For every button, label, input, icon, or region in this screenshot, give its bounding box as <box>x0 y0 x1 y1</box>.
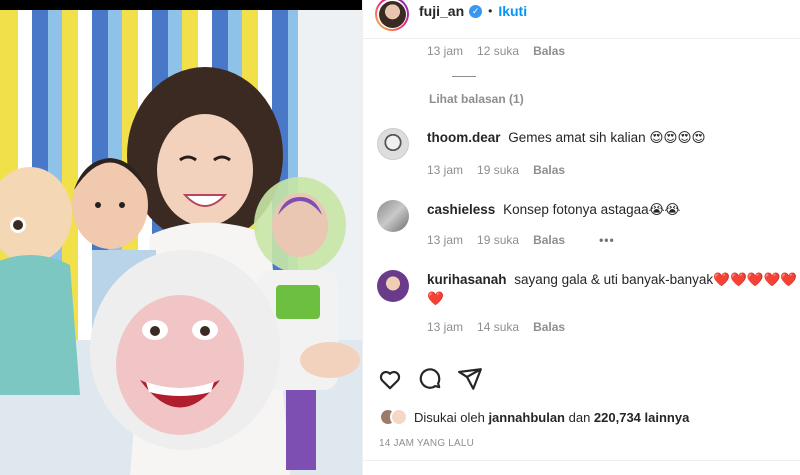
comment-time: 13 jam <box>427 163 464 177</box>
comment-likes[interactable]: 19 suka <box>477 163 519 177</box>
comment-text: Konsep fotonya astagaa😭😭 <box>503 202 681 217</box>
post-timestamp: 14 JAM YANG LALU <box>379 438 475 449</box>
more-options-icon[interactable]: ••• <box>599 233 615 247</box>
likes-summary: Disukai oleh jannahbulan dan 220,734 lai… <box>379 408 689 426</box>
post-side-panel: fuji_an ✓ • Ikuti 13 jam 12 suka Balas L… <box>362 0 800 475</box>
liker-username[interactable]: jannahbulan <box>488 410 565 425</box>
commenter-avatar[interactable] <box>377 200 409 232</box>
comment-meta: 13 jam 14 suka Balas <box>427 320 565 334</box>
reply-button[interactable]: Balas <box>533 44 565 58</box>
post-header: fuji_an ✓ • Ikuti <box>363 0 800 34</box>
view-replies-button[interactable]: Lihat balasan (1) <box>429 76 524 106</box>
comment-time: 13 jam <box>427 320 464 334</box>
comment-meta: 13 jam 12 suka Balas <box>427 44 565 58</box>
comment-item: thoom.dear Gemes amat sih kalian 😍😍😍😍 <box>377 128 800 160</box>
reply-button[interactable]: Balas <box>533 320 565 334</box>
comment-time: 13 jam <box>427 44 464 58</box>
comment-likes[interactable]: 12 suka <box>477 44 519 58</box>
follow-button[interactable]: Ikuti <box>498 3 527 19</box>
commenter-username[interactable]: thoom.dear <box>427 130 501 145</box>
separator-dot: • <box>488 4 493 18</box>
commenter-username[interactable]: cashieless <box>427 202 495 217</box>
photo-top-bar <box>0 0 362 10</box>
heart-icon[interactable] <box>377 366 403 392</box>
verified-icon: ✓ <box>469 4 483 18</box>
comment-meta: 13 jam 19 suka Balas <box>427 163 565 177</box>
post-actions <box>377 366 483 392</box>
comment-text: Gemes amat sih kalian 😍😍😍😍 <box>508 130 706 145</box>
comment-icon[interactable] <box>417 366 443 392</box>
comment-likes[interactable]: 14 suka <box>477 320 519 334</box>
reply-button[interactable]: Balas <box>533 163 565 177</box>
comment-meta: 13 jam 19 suka Balas ••• <box>427 233 615 247</box>
comment-item: cashieless Konsep fotonya astagaa😭😭 <box>377 200 800 232</box>
reply-button[interactable]: Balas <box>533 233 565 247</box>
commenter-username[interactable]: kurihasanah <box>427 272 507 287</box>
author-avatar[interactable] <box>375 0 409 31</box>
likes-count[interactable]: 220,734 <box>594 410 641 425</box>
view-replies-label: Lihat balasan (1) <box>429 92 524 106</box>
comment-item: kurihasanah sayang gala & uti banyak-ban… <box>377 270 800 308</box>
header-divider <box>363 38 800 39</box>
comment-time: 13 jam <box>427 233 464 247</box>
post-photo[interactable] <box>0 0 362 475</box>
author-username[interactable]: fuji_an <box>419 3 464 19</box>
photo-illustration <box>0 10 362 475</box>
liker-avatar <box>390 408 408 426</box>
commenter-avatar[interactable] <box>377 270 409 302</box>
share-icon[interactable] <box>457 366 483 392</box>
comment-likes[interactable]: 19 suka <box>477 233 519 247</box>
commenter-avatar[interactable] <box>377 128 409 160</box>
replies-line <box>452 76 476 77</box>
bottom-divider <box>363 460 800 461</box>
